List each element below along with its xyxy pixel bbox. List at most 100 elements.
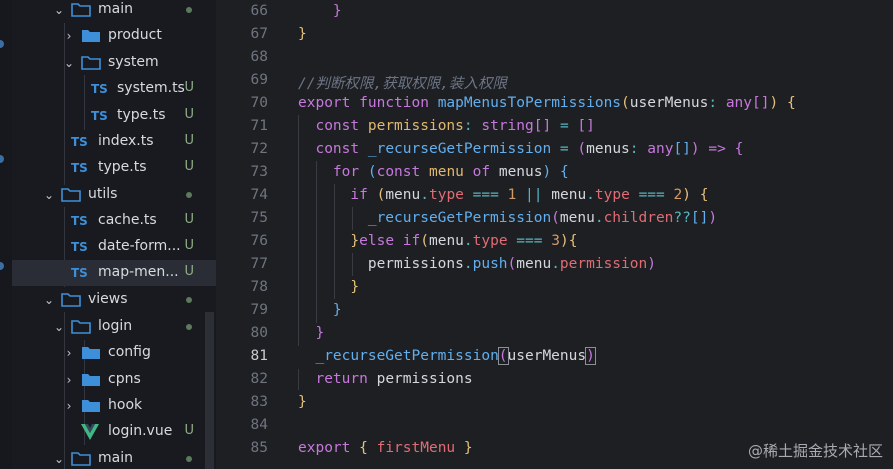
line-number: 75 xyxy=(250,210,268,226)
tree-item-label: config xyxy=(108,344,151,360)
status-untracked: U xyxy=(184,80,194,95)
activity-indicator xyxy=(0,40,4,48)
code-line[interactable]: 82 return permissions xyxy=(216,369,893,392)
tree-file-type-ts[interactable]: TS type.ts U xyxy=(12,155,216,181)
tree-file-index-ts[interactable]: TS index.ts U xyxy=(12,129,216,155)
watermark: @稀土掘金技术社区 xyxy=(747,442,883,460)
folder-open-icon xyxy=(71,452,91,466)
code-line[interactable]: 80 } xyxy=(216,323,893,346)
code-editor[interactable]: 66 } 67 } 68 69 //判断权限,获取权限,装入权限 70 expo… xyxy=(216,0,893,469)
tree-item-label: date-form... xyxy=(98,238,181,254)
chevron-down-icon: ⌄ xyxy=(54,452,65,466)
tree-folder-main[interactable]: ⌄ main xyxy=(12,0,216,23)
code-text: const permissions: string[] = [] xyxy=(315,118,595,134)
chevron-right-icon: › xyxy=(66,346,72,360)
tree-item-label: cache.ts xyxy=(98,212,157,228)
code-line[interactable]: 78 } xyxy=(216,277,893,300)
code-text: export function mapMenusToPermissions(us… xyxy=(298,95,796,111)
folder-icon xyxy=(82,400,100,412)
code-line[interactable]: 67 } xyxy=(216,24,893,47)
code-line[interactable]: 75 _recurseGetPermission(menu.children??… xyxy=(216,208,893,231)
tree-file-map-menus-ts[interactable]: TS map-men... U xyxy=(12,260,216,286)
tree-folder-config[interactable]: › config xyxy=(12,340,216,366)
tree-item-label: type.ts xyxy=(117,107,166,123)
status-untracked: U xyxy=(184,212,194,227)
folder-open-icon xyxy=(71,320,91,334)
tree-folder-hook[interactable]: › hook xyxy=(12,393,216,419)
line-number: 82 xyxy=(250,371,268,387)
tree-folder-login[interactable]: ⌄ login xyxy=(12,314,216,340)
explorer-scrollbar[interactable] xyxy=(205,312,214,469)
folder-open-icon xyxy=(61,188,81,202)
line-number: 80 xyxy=(250,325,268,341)
status-untracked: U xyxy=(184,159,194,174)
line-number: 79 xyxy=(250,302,268,318)
code-line[interactable]: 79 } xyxy=(216,300,893,323)
status-dot xyxy=(186,324,192,330)
typescript-icon: TS xyxy=(71,214,88,228)
tree-item-label: main xyxy=(98,450,133,466)
code-text: } xyxy=(298,26,307,42)
code-line[interactable]: 73 for (const menu of menus) { xyxy=(216,162,893,185)
folder-open-icon xyxy=(81,56,101,70)
chevron-down-icon: ⌄ xyxy=(44,188,55,202)
tree-file-type-ts[interactable]: TS type.ts U xyxy=(12,103,216,129)
tree-folder-product[interactable]: › product xyxy=(12,23,216,49)
line-number: 71 xyxy=(250,118,268,134)
tree-item-label: system.ts xyxy=(117,80,185,96)
line-number: 81 xyxy=(250,348,268,364)
activity-indicator xyxy=(0,262,4,270)
code-comment: //判断权限,获取权限,装入权限 xyxy=(298,76,507,92)
tree-folder-utils[interactable]: ⌄ utils xyxy=(12,182,216,208)
code-line[interactable]: 72 const _recurseGetPermission = (menus:… xyxy=(216,139,893,162)
tree-item-label: system xyxy=(108,54,159,70)
typescript-icon: TS xyxy=(71,161,88,175)
tree-file-system-ts[interactable]: TS system.ts U xyxy=(12,76,216,102)
typescript-icon: TS xyxy=(91,82,108,96)
tree-folder-cpns[interactable]: › cpns xyxy=(12,367,216,393)
tree-folder-system[interactable]: ⌄ system xyxy=(12,50,216,76)
code-text: }else if(menu.type === 3){ xyxy=(350,233,578,249)
activity-strip xyxy=(0,0,12,469)
code-line[interactable]: 69 //判断权限,获取权限,装入权限 xyxy=(216,70,893,93)
tree-folder-views[interactable]: ⌄ views xyxy=(12,287,216,313)
folder-icon xyxy=(82,347,100,359)
tree-folder-main[interactable]: ⌄ main xyxy=(12,446,216,469)
chevron-right-icon: › xyxy=(66,29,72,43)
typescript-icon: TS xyxy=(71,240,88,254)
line-number: 74 xyxy=(250,187,268,203)
code-text: for (const menu of menus) { xyxy=(332,164,569,180)
code-text: const _recurseGetPermission = (menus: an… xyxy=(315,141,744,157)
line-number: 76 xyxy=(250,233,268,249)
chevron-right-icon: › xyxy=(66,373,72,387)
code-line[interactable]: 83 } xyxy=(216,392,893,415)
typescript-icon: TS xyxy=(91,109,108,123)
tree-file-date-format-ts[interactable]: TS date-form... U xyxy=(12,234,216,260)
code-line[interactable]: 71 const permissions: string[] = [] xyxy=(216,116,893,139)
code-line[interactable]: 84 xyxy=(216,415,893,438)
line-number: 68 xyxy=(250,49,268,65)
code-text: } xyxy=(332,302,342,318)
code-text: return permissions xyxy=(315,371,473,387)
code-line[interactable]: 76 }else if(menu.type === 3){ xyxy=(216,231,893,254)
code-line[interactable]: 66 } xyxy=(216,1,893,24)
code-line[interactable]: 77 permissions.push(menu.permission) xyxy=(216,254,893,277)
folder-open-icon xyxy=(61,293,81,307)
line-number: 83 xyxy=(250,394,268,410)
tree-file-cache-ts[interactable]: TS cache.ts U xyxy=(12,208,216,234)
code-text: } xyxy=(350,279,360,295)
activity-indicator xyxy=(0,155,4,163)
line-number: 85 xyxy=(250,440,268,456)
code-line[interactable]: 74 if (menu.type === 1 || menu.type === … xyxy=(216,185,893,208)
tree-item-label: login.vue xyxy=(108,423,173,439)
code-line-active[interactable]: 81 _recurseGetPermission(userMenus) xyxy=(216,346,893,369)
code-line[interactable]: 68 xyxy=(216,47,893,70)
status-untracked: U xyxy=(184,423,194,438)
status-dot xyxy=(186,456,192,462)
typescript-icon: TS xyxy=(71,266,88,280)
line-number: 84 xyxy=(250,417,268,433)
code-line[interactable]: 70 export function mapMenusToPermissions… xyxy=(216,93,893,116)
tree-file-login-vue[interactable]: login.vue U xyxy=(12,419,216,445)
status-dot xyxy=(186,297,192,303)
tree-item-label: index.ts xyxy=(98,133,154,149)
